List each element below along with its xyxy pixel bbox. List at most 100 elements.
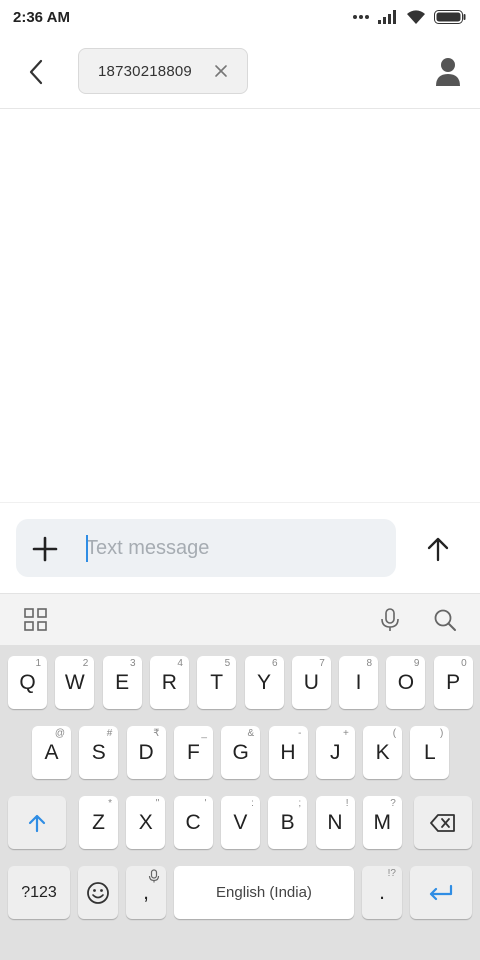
key-hint: 0 bbox=[461, 658, 467, 669]
status-bar: 2:36 AM bbox=[0, 0, 480, 34]
key-hint: _ bbox=[201, 728, 207, 739]
recipient-chip[interactable]: 18730218809 bbox=[78, 48, 248, 94]
keyboard: 1Q2W3E4R5T6Y7U8I9O0P @ A # S ₹ D _ F & G - H + J(K) L … bbox=[0, 645, 480, 960]
key-label: L bbox=[424, 741, 436, 764]
comma-key-label: , bbox=[143, 881, 149, 904]
period-key-label: . bbox=[379, 881, 385, 904]
more-dots-icon bbox=[353, 15, 369, 19]
key-hint: " bbox=[155, 798, 160, 809]
key-k[interactable]: (K bbox=[363, 726, 403, 779]
key-v[interactable]: :V bbox=[220, 796, 260, 849]
text-caret bbox=[86, 535, 88, 562]
enter-key[interactable] bbox=[410, 866, 472, 919]
close-icon[interactable] bbox=[213, 63, 229, 79]
key-hint: * bbox=[108, 798, 112, 809]
symbols-key-label: ?123 bbox=[21, 883, 57, 901]
key-label: H bbox=[280, 741, 296, 764]
period-key[interactable]: !? . bbox=[362, 866, 402, 919]
contact-person-icon[interactable] bbox=[434, 54, 462, 88]
key-d[interactable]: ₹ D bbox=[126, 726, 166, 779]
key-a[interactable]: @ A bbox=[32, 726, 71, 779]
message-input[interactable] bbox=[86, 529, 382, 567]
key-hint: 5 bbox=[224, 658, 231, 669]
key-label: I bbox=[355, 671, 362, 694]
key-hint: - bbox=[298, 728, 302, 739]
key-label: F bbox=[186, 741, 200, 764]
key-w[interactable]: 2W bbox=[55, 656, 95, 709]
comma-key[interactable]: , bbox=[126, 866, 166, 919]
microphone-icon[interactable] bbox=[376, 606, 404, 634]
key-label: J bbox=[330, 741, 341, 764]
key-label: Q bbox=[19, 671, 36, 694]
period-key-hint: !? bbox=[387, 868, 396, 879]
key-hint: ? bbox=[390, 798, 396, 809]
key-c[interactable]: ' C bbox=[173, 796, 213, 849]
key-hint: 9 bbox=[413, 658, 420, 669]
key-r[interactable]: 4R bbox=[149, 656, 189, 709]
key-hint: 7 bbox=[319, 658, 325, 669]
enter-icon bbox=[429, 884, 453, 900]
key-hint: ! bbox=[345, 798, 349, 809]
key-m[interactable]: ? M bbox=[362, 796, 402, 849]
key-z[interactable]: * Z bbox=[79, 796, 118, 849]
microphone-hint-icon bbox=[148, 869, 160, 883]
key-hint: 2 bbox=[82, 658, 89, 669]
key-b[interactable]: ; B bbox=[268, 796, 308, 849]
backspace-key[interactable] bbox=[414, 796, 472, 849]
key-i[interactable]: 8I bbox=[339, 656, 379, 709]
key-label: A bbox=[44, 741, 59, 764]
key-hint: ₹ bbox=[153, 728, 160, 739]
recipient-number: 18730218809 bbox=[98, 62, 192, 80]
key-o[interactable]: 9O bbox=[386, 656, 426, 709]
key-g[interactable]: & G bbox=[221, 726, 261, 779]
key-h[interactable]: -H bbox=[268, 726, 308, 779]
emoji-key[interactable] bbox=[78, 866, 118, 919]
key-label: G bbox=[232, 741, 249, 764]
conversation-header: 18730218809 bbox=[0, 34, 480, 109]
key-label: N bbox=[327, 811, 343, 834]
key-hint: 4 bbox=[177, 658, 183, 669]
key-s[interactable]: # S bbox=[79, 726, 119, 779]
key-label: K bbox=[375, 741, 390, 764]
wifi-icon bbox=[407, 9, 425, 24]
key-label: P bbox=[446, 671, 461, 694]
space-key[interactable]: English (India) bbox=[174, 866, 354, 919]
key-label: E bbox=[115, 671, 130, 694]
key-x[interactable]: " X bbox=[126, 796, 166, 849]
shift-key[interactable] bbox=[8, 796, 66, 849]
key-j[interactable]: + J bbox=[315, 726, 355, 779]
compose-box bbox=[16, 519, 396, 577]
battery-icon bbox=[434, 10, 466, 24]
key-label: U bbox=[303, 671, 319, 694]
key-e[interactable]: 3E bbox=[102, 656, 142, 709]
key-n[interactable]: ! N bbox=[315, 796, 355, 849]
back-button[interactable] bbox=[20, 54, 52, 90]
key-t[interactable]: 5T bbox=[197, 656, 237, 709]
plus-icon[interactable] bbox=[30, 534, 60, 564]
symbols-key[interactable]: ?123 bbox=[8, 866, 70, 919]
key-q[interactable]: 1Q bbox=[8, 656, 47, 709]
key-hint: # bbox=[106, 728, 113, 739]
key-p[interactable]: 0P bbox=[433, 656, 473, 709]
grid-icon[interactable] bbox=[22, 606, 50, 634]
space-key-label: English (India) bbox=[216, 884, 312, 901]
key-hint: ; bbox=[298, 798, 302, 809]
key-label: T bbox=[210, 671, 224, 694]
key-l[interactable]: ) L bbox=[410, 726, 450, 779]
message-thread bbox=[0, 110, 480, 502]
key-f[interactable]: _ F bbox=[173, 726, 213, 779]
key-hint: ) bbox=[440, 728, 444, 739]
key-label: W bbox=[64, 671, 85, 694]
key-hint: 3 bbox=[130, 658, 136, 669]
backspace-icon bbox=[430, 813, 455, 832]
keyboard-toolbar bbox=[0, 593, 480, 645]
key-label: R bbox=[161, 671, 177, 694]
send-button[interactable] bbox=[420, 531, 456, 567]
key-label: D bbox=[138, 741, 154, 764]
key-label: C bbox=[185, 811, 201, 834]
key-label: X bbox=[138, 811, 153, 834]
key-hint: ( bbox=[392, 728, 397, 739]
key-y[interactable]: 6Y bbox=[244, 656, 284, 709]
search-icon[interactable] bbox=[431, 606, 459, 634]
key-u[interactable]: 7U bbox=[291, 656, 331, 709]
